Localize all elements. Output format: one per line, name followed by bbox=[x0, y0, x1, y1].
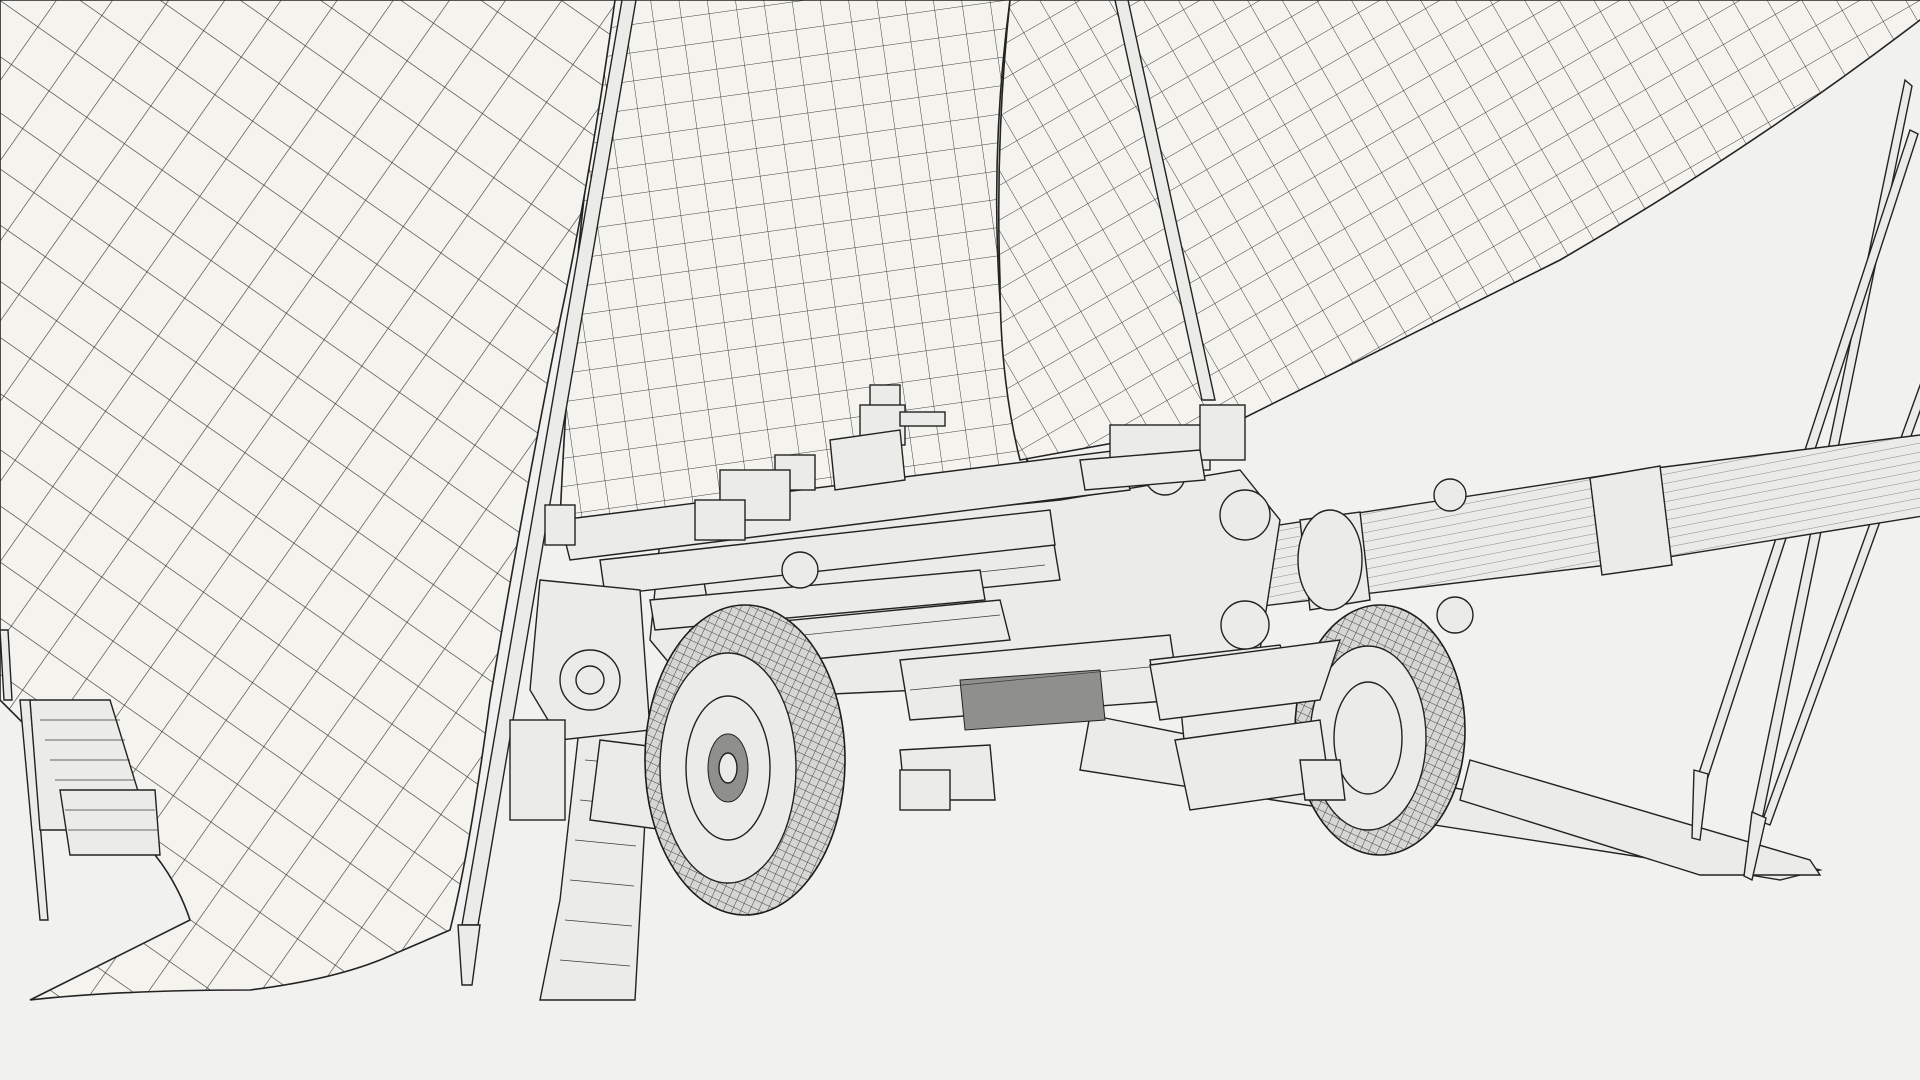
render-viewport bbox=[0, 0, 1920, 1080]
camo-net-center bbox=[559, 0, 1032, 521]
wireframe-render bbox=[0, 0, 1920, 1001]
left-wheel bbox=[644, 604, 846, 916]
